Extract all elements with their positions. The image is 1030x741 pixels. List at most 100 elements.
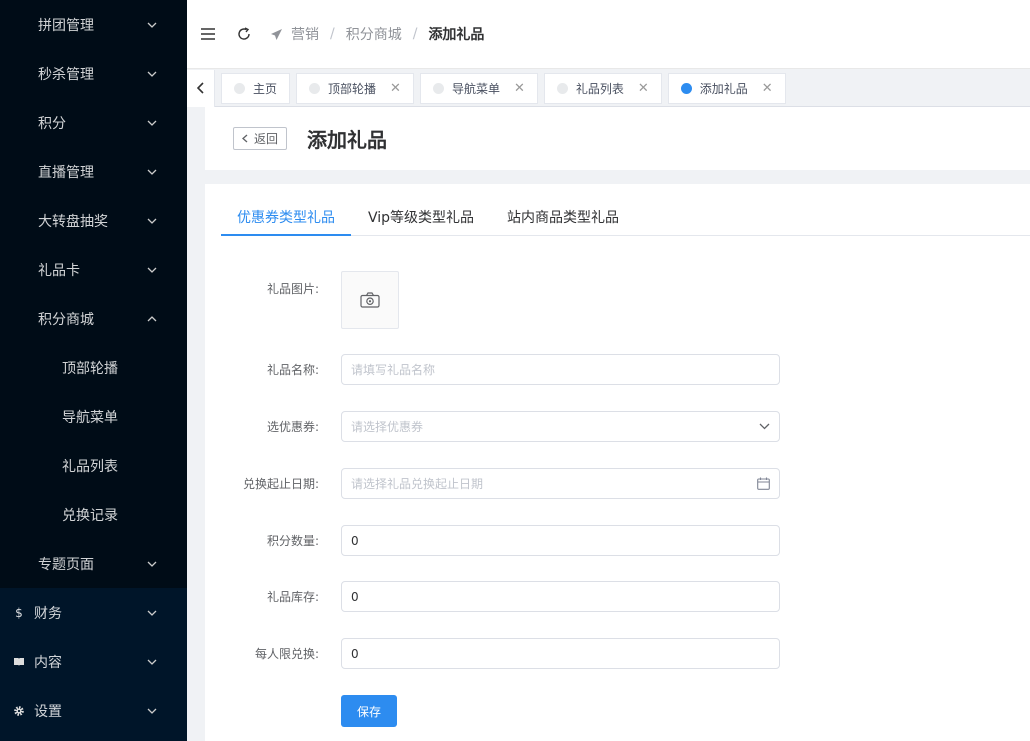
form-row-points: 积分数量: 0 (205, 525, 1030, 556)
sidebar-item-label: 积分商城 (38, 311, 94, 328)
tab-nav-menu[interactable]: 导航菜单 ✕ (419, 72, 538, 104)
sidebar-item-label: 大转盘抽奖 (38, 213, 108, 230)
coupon-select[interactable]: 请选择优惠券 (341, 411, 780, 442)
breadcrumb-item-marketing[interactable]: 营销 (291, 24, 319, 44)
sidebar-item-label: 导航菜单 (62, 409, 118, 426)
chevron-down-icon (147, 706, 157, 716)
sidebar-item-points-mall[interactable]: 积分商城 (0, 294, 187, 343)
tab-top-carousel[interactable]: 顶部轮播 ✕ (296, 72, 414, 104)
sidebar-item-label: 兑换记录 (62, 507, 118, 524)
limit-input[interactable]: 0 (341, 638, 780, 669)
gift-type-tabs: 优惠券类型礼品 Vip等级类型礼品 站内商品类型礼品 (221, 202, 1030, 236)
sidebar-item-label: 内容 (34, 654, 62, 671)
back-button[interactable]: 返回 (233, 127, 288, 150)
form-row-limit: 每人限兑换: 0 (205, 638, 1030, 669)
limit-label: 每人限兑换: (254, 647, 319, 661)
tab-vip-gift[interactable]: Vip等级类型礼品 (352, 202, 490, 236)
tab-status-dot (309, 82, 321, 94)
breadcrumb-item-points-mall[interactable]: 积分商城 (346, 24, 402, 44)
chevron-down-icon (147, 167, 157, 177)
calendar-icon (757, 477, 770, 490)
tab-label: 添加礼品 (699, 81, 748, 96)
close-icon[interactable]: ✕ (638, 81, 649, 96)
stock-value: 0 (351, 589, 359, 604)
form-card: 优惠券类型礼品 Vip等级类型礼品 站内商品类型礼品 礼品图片: 礼品名称: 请… (205, 184, 1030, 741)
chevron-down-icon (147, 216, 157, 226)
tab-status-dot (234, 82, 245, 94)
refresh-icon[interactable] (236, 26, 252, 42)
sidebar-item-gift-card[interactable]: 礼品卡 (0, 245, 187, 294)
sidebar-submenu: 拼团管理 秒杀管理 积分 直播管理 大转盘抽奖 礼品卡 积分商城 顶部轮播 导航… (0, 0, 187, 588)
chevron-down-icon (147, 265, 157, 275)
sidebar-item-redeem-records[interactable]: 兑换记录 (0, 490, 187, 539)
image-uploader[interactable] (341, 271, 399, 329)
chevron-down-icon (759, 423, 770, 430)
points-label: 积分数量: (266, 534, 319, 548)
sidebar-item-label: 专题页面 (38, 556, 94, 573)
chevron-up-icon (147, 314, 157, 324)
tab-label: 主页 (253, 81, 278, 96)
form-row-coupon: 选优惠券: 请选择优惠券 (205, 411, 1030, 442)
sidebar-item-label: 直播管理 (38, 164, 94, 181)
sidebar-item-lottery[interactable]: 大转盘抽奖 (0, 196, 187, 245)
save-button[interactable]: 保存 (341, 695, 397, 727)
tab-gift-list[interactable]: 礼品列表 ✕ (543, 72, 662, 104)
tabs-bar: 主页 顶部轮播 ✕ 导航菜单 ✕ 礼品列表 ✕ 添加礼品 ✕ (187, 69, 1030, 107)
sidebar-item-finance[interactable]: $ 财务 (0, 588, 187, 637)
sidebar-item-label: 设置 (34, 703, 62, 720)
close-icon[interactable]: ✕ (762, 81, 773, 96)
tab-home[interactable]: 主页 (221, 72, 291, 104)
breadcrumb-separator: / (330, 26, 335, 42)
chevron-down-icon (147, 69, 157, 79)
chevron-down-icon (147, 20, 157, 30)
tab-product-gift[interactable]: 站内商品类型礼品 (491, 202, 635, 236)
stock-input[interactable]: 0 (341, 581, 780, 612)
chevron-down-icon (147, 657, 157, 667)
sidebar: 拼团管理 秒杀管理 积分 直播管理 大转盘抽奖 礼品卡 积分商城 顶部轮播 导航… (0, 0, 187, 741)
tab-add-gift[interactable]: 添加礼品 ✕ (667, 72, 786, 104)
date-range-picker[interactable]: 请选择礼品兑换起止日期 (341, 468, 780, 499)
date-range-label: 兑换起止日期: (242, 477, 319, 491)
book-icon (12, 657, 26, 667)
points-input[interactable]: 0 (341, 525, 780, 556)
sidebar-item-label: 顶部轮播 (62, 360, 118, 377)
sidebar-item-label: 拼团管理 (38, 17, 94, 34)
gear-icon (12, 705, 26, 717)
tab-label: 礼品列表 (575, 81, 624, 96)
sidebar-item-flash-sale[interactable]: 秒杀管理 (0, 49, 187, 98)
gift-name-placeholder: 请填写礼品名称 (351, 363, 436, 377)
chevron-down-icon (147, 118, 157, 128)
sidebar-item-points[interactable]: 积分 (0, 98, 187, 147)
page-header: 返回 添加礼品 (205, 107, 1030, 170)
breadcrumb: 营销 / 积分商城 / 添加礼品 (270, 24, 484, 44)
sidebar-item-live[interactable]: 直播管理 (0, 147, 187, 196)
sidebar-item-topic-pages[interactable]: 专题页面 (0, 539, 187, 588)
tab-label: 顶部轮播 (328, 81, 377, 96)
menu-toggle-icon[interactable] (200, 26, 216, 42)
points-value: 0 (351, 533, 359, 548)
sidebar-item-settings[interactable]: 设置 (0, 686, 187, 735)
page-title: 添加礼品 (307, 128, 388, 152)
sidebar-item-top-carousel[interactable]: 顶部轮播 (0, 343, 187, 392)
back-button-label: 返回 (254, 132, 279, 146)
sidebar-item-group-buy[interactable]: 拼团管理 (0, 0, 187, 49)
limit-value: 0 (351, 646, 359, 661)
gift-name-input[interactable]: 请填写礼品名称 (341, 354, 780, 385)
close-icon[interactable]: ✕ (390, 81, 401, 96)
close-icon[interactable]: ✕ (514, 81, 525, 96)
form-row-stock: 礼品库存: 0 (205, 581, 1030, 612)
gift-name-label: 礼品名称: (266, 363, 319, 377)
tab-status-dot (432, 82, 444, 94)
sidebar-item-nav-menu[interactable]: 导航菜单 (0, 392, 187, 441)
camera-icon (360, 292, 380, 308)
chevron-left-icon (242, 134, 248, 143)
sidebar-item-label: 积分 (38, 115, 66, 132)
tab-coupon-gift[interactable]: 优惠券类型礼品 (221, 202, 351, 236)
form-row-image: 礼品图片: (205, 271, 1030, 329)
chevron-left-icon[interactable] (187, 69, 215, 107)
sidebar-item-content[interactable]: 内容 (0, 637, 187, 686)
send-icon (270, 28, 283, 41)
sidebar-item-gift-list[interactable]: 礼品列表 (0, 441, 187, 490)
breadcrumb-separator: / (412, 26, 418, 42)
sidebar-item-label: 秒杀管理 (38, 66, 94, 83)
